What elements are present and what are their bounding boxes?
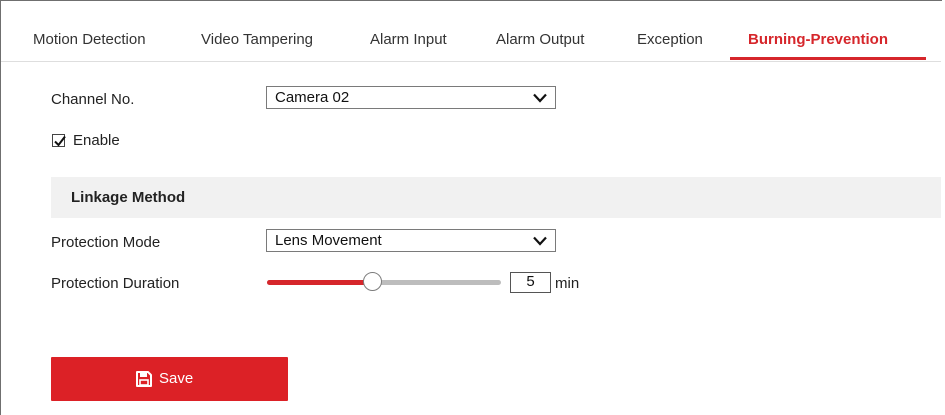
tab-alarm-output[interactable]: Alarm Output — [496, 31, 584, 48]
settings-panel: Motion Detection Video Tampering Alarm I… — [0, 0, 942, 415]
tab-motion-detection[interactable]: Motion Detection — [33, 31, 146, 48]
slider-thumb[interactable] — [362, 272, 382, 291]
linkage-method-header: Linkage Method — [51, 177, 941, 218]
enable-checkbox[interactable] — [52, 134, 66, 147]
slider-fill — [267, 280, 373, 285]
enable-label: Enable — [73, 132, 120, 149]
channel-select-value: Camera 02 — [275, 89, 350, 106]
channel-select[interactable]: Camera 02 — [266, 86, 556, 109]
protection-mode-label: Protection Mode — [51, 234, 161, 251]
protection-duration-slider[interactable] — [267, 272, 501, 292]
tab-alarm-input[interactable]: Alarm Input — [370, 31, 447, 48]
save-button-label: Save — [159, 370, 194, 387]
duration-unit: min — [555, 275, 580, 292]
checkmark-icon — [54, 135, 66, 147]
tab-burning-prevention[interactable]: Burning-Prevention — [748, 31, 888, 48]
protection-mode-value: Lens Movement — [275, 232, 382, 249]
chevron-down-icon — [533, 93, 547, 103]
tab-exception[interactable]: Exception — [637, 31, 703, 48]
protection-duration-label: Protection Duration — [51, 275, 180, 292]
channel-label: Channel No. — [51, 91, 135, 108]
tab-bar: Motion Detection Video Tampering Alarm I… — [1, 1, 941, 62]
protection-mode-select[interactable]: Lens Movement — [266, 229, 556, 252]
save-button[interactable]: Save — [51, 357, 288, 401]
chevron-down-icon — [533, 236, 547, 246]
active-tab-indicator — [730, 57, 926, 60]
linkage-method-title: Linkage Method — [71, 189, 186, 206]
duration-input[interactable]: 5 — [510, 272, 551, 293]
tab-video-tampering[interactable]: Video Tampering — [201, 31, 313, 48]
save-icon — [136, 371, 152, 387]
